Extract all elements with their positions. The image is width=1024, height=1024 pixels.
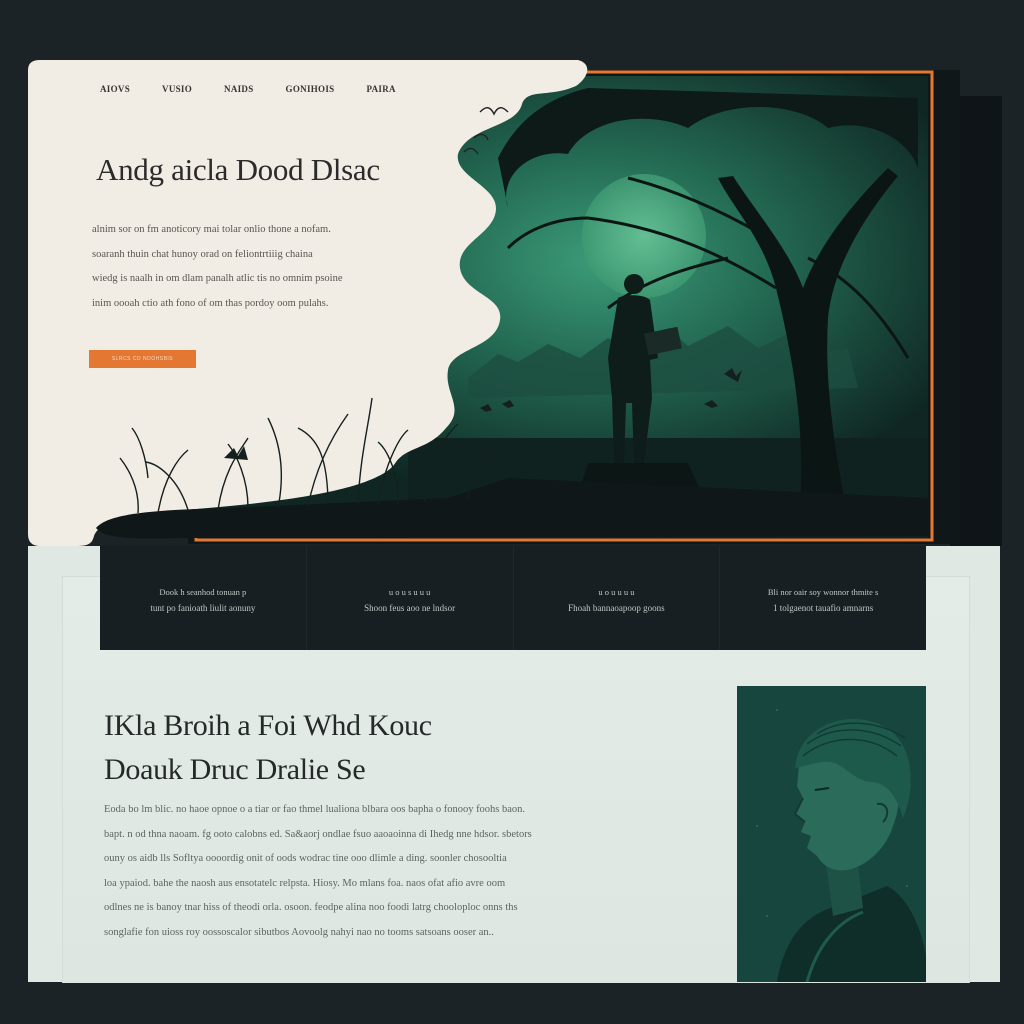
section-title: IKla Broih a Foi Whd Kouc Doauk Druc Dra… (104, 704, 432, 792)
hero-description-line: wiedg is naalh in om dlam panalh atlic t… (92, 273, 343, 284)
nav-link-4[interactable]: GONIHOIS (286, 84, 335, 94)
section-body: Eoda bo lm blic. no haoe opnoe o a tiar … (104, 798, 644, 946)
feature-item[interactable]: u o u s u u u Shoon feus aoo ne lndsor (307, 546, 514, 650)
feature-title: Dook h seanhod tonuan p (159, 587, 247, 597)
feature-text: tunt po fanioath liulit aonuny (150, 603, 256, 613)
feature-title: Bli nor oair soy wonnor thmite s (767, 587, 879, 597)
section-body-line: songlafie fon uioss roy oossoscalor sibu… (104, 926, 494, 938)
feature-item[interactable]: u o u u u u Fhoah bannaoapoop goons (514, 546, 721, 650)
hero-card: AIOVS VUSIO NAIDS GONIHOIS PAIRA Andg ai… (28, 58, 960, 546)
nav-link-3[interactable]: NAIDS (224, 84, 254, 94)
nav-link-2[interactable]: VUSIO (162, 84, 192, 94)
feature-title: u o u s u u u (388, 587, 431, 597)
section-body-line: ouny os aidb lls Sofltya oooordig onit o… (104, 853, 507, 865)
feature-text: 1 tolgaenot tauafio amnarns (773, 603, 874, 613)
hero-description-line: alnim sor on fm anoticory mai tolar onli… (92, 224, 331, 235)
feature-text: Fhoah bannaoapoop goons (568, 603, 665, 613)
top-navigation: AIOVS VUSIO NAIDS GONIHOIS PAIRA (100, 84, 428, 94)
feature-bar: Dook h seanhod tonuan p tunt po fanioath… (100, 546, 926, 650)
hero-description: alnim sor on fm anoticory mai tolar onli… (92, 218, 402, 316)
feature-text: Shoon feus aoo ne lndsor (364, 603, 456, 613)
hero-title: Andg aicla Dood Dlsac (96, 152, 380, 187)
section-body-line: loa ypaiod. bahe the naosh aus ensotatel… (104, 877, 506, 889)
hero-description-line: inim oooah ctio ath fono of om thas pord… (92, 297, 329, 309)
section-body-line: bapt. n od thna naoam. fg ooto calobns e… (104, 828, 532, 840)
feature-title: u o u u u u (598, 587, 635, 597)
cta-button[interactable]: SLRCS CD NDOHSBIS (89, 350, 196, 368)
moon (582, 174, 706, 298)
portrait-image (737, 686, 926, 983)
feature-item[interactable]: Bli nor oair soy wonnor thmite s 1 tolga… (720, 546, 926, 650)
nav-link-1[interactable]: AIOVS (100, 84, 130, 94)
section-body-line: Eoda bo lm blic. no haoe opnoe o a tiar … (104, 804, 526, 815)
section-body-line: odlnes ne is banoy tnar hiss of theodi o… (104, 902, 518, 914)
nav-link-5[interactable]: PAIRA (366, 84, 395, 94)
section-title-line: Doauk Druc Dralie Se (104, 753, 366, 786)
hero-description-line: soaranh thuin chat hunoy orad on feliont… (92, 248, 313, 260)
section-title-line: IKla Broih a Foi Whd Kouc (104, 709, 432, 742)
portrait-illustration (737, 686, 926, 983)
feature-item[interactable]: Dook h seanhod tonuan p tunt po fanioath… (100, 546, 307, 650)
